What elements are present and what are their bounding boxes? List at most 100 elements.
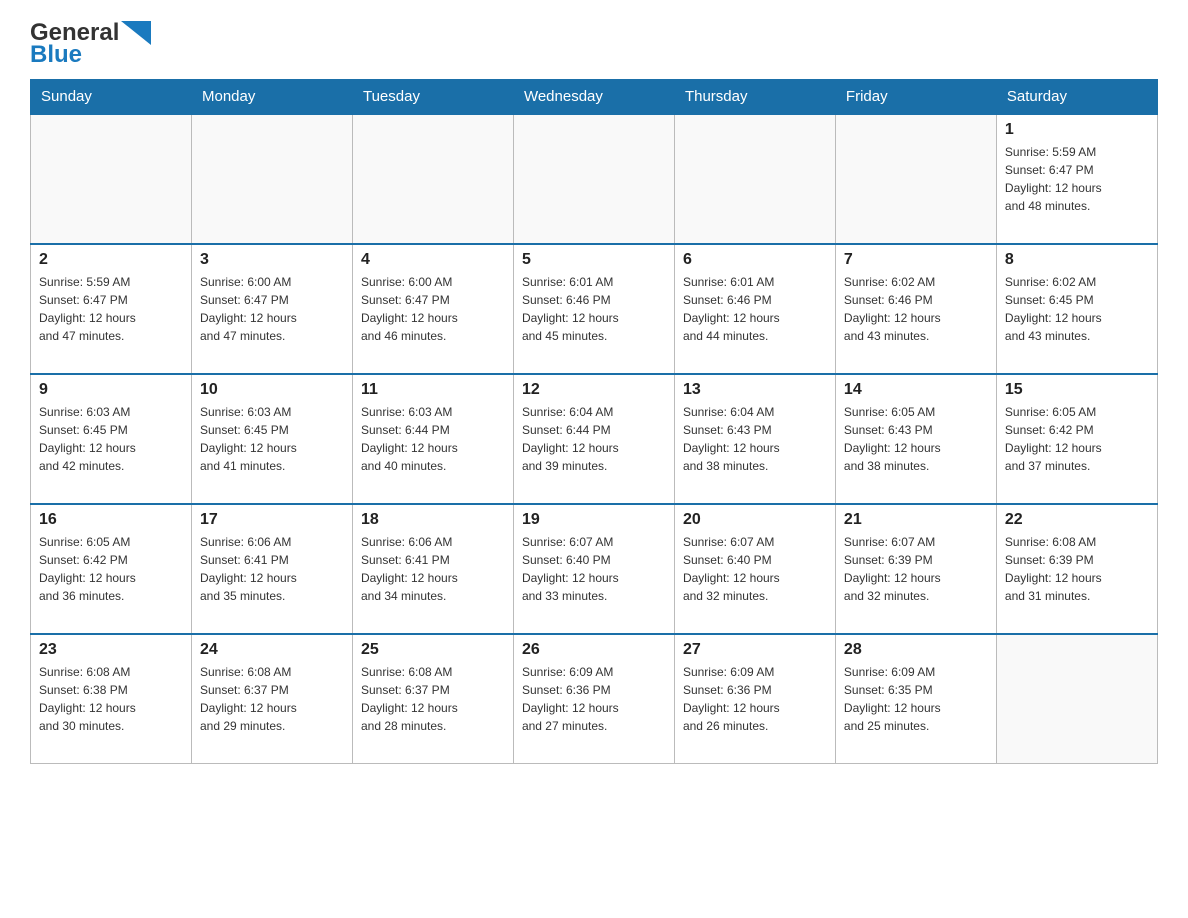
- day-number: 19: [522, 511, 666, 529]
- day-number: 23: [39, 641, 183, 659]
- day-number: 2: [39, 251, 183, 269]
- calendar-cell: 4 Sunrise: 6:00 AMSunset: 6:47 PMDaylight…: [352, 244, 513, 374]
- calendar-cell: 18Sunrise: 6:06 AMSunset: 6:41 PMDayligh…: [352, 504, 513, 634]
- day-number: 28: [844, 641, 988, 659]
- calendar-cell: [674, 114, 835, 244]
- calendar-cell: [996, 634, 1157, 764]
- day-number: 7: [844, 251, 988, 269]
- day-header-saturday: Saturday: [996, 79, 1157, 114]
- calendar-cell: 19 Sunrise: 6:07 AMSunset: 6:40 PMDayligh…: [513, 504, 674, 634]
- calendar-cell: 15 Sunrise: 6:05 AMSunset: 6:42 PMDayligh…: [996, 374, 1157, 504]
- day-info: Sunrise: 6:03 AMSunset: 6:45 PMDaylight:…: [39, 403, 183, 475]
- calendar-cell: 20Sunrise: 6:07 AMSunset: 6:40 PMDayligh…: [674, 504, 835, 634]
- week-row-5: 23 Sunrise: 6:08 AMSunset: 6:38 PMDayligh…: [31, 634, 1158, 764]
- day-info: Sunrise: 6:05 AMSunset: 6:43 PMDaylight:…: [844, 403, 988, 475]
- day-number: 17: [200, 511, 344, 529]
- day-number: 22: [1005, 511, 1149, 529]
- calendar-cell: 26 Sunrise: 6:09 AMSunset: 6:36 PMDayligh…: [513, 634, 674, 764]
- calendar-cell: 8 Sunrise: 6:02 AMSunset: 6:45 PMDaylight…: [996, 244, 1157, 374]
- day-info: Sunrise: 6:03 AMSunset: 6:45 PMDaylight:…: [200, 403, 344, 475]
- day-info: Sunrise: 6:00 AMSunset: 6:47 PMDaylight:…: [361, 273, 505, 345]
- day-header-wednesday: Wednesday: [513, 79, 674, 114]
- calendar-cell: 21 Sunrise: 6:07 AMSunset: 6:39 PMDayligh…: [835, 504, 996, 634]
- calendar-cell: 25Sunrise: 6:08 AMSunset: 6:37 PMDayligh…: [352, 634, 513, 764]
- calendar-cell: 9 Sunrise: 6:03 AMSunset: 6:45 PMDaylight…: [31, 374, 192, 504]
- calendar-cell: 11 Sunrise: 6:03 AMSunset: 6:44 PMDayligh…: [352, 374, 513, 504]
- calendar-cell: 7 Sunrise: 6:02 AMSunset: 6:46 PMDaylight…: [835, 244, 996, 374]
- week-row-3: 9 Sunrise: 6:03 AMSunset: 6:45 PMDaylight…: [31, 374, 1158, 504]
- day-number: 20: [683, 511, 827, 529]
- calendar-cell: 6 Sunrise: 6:01 AMSunset: 6:46 PMDaylight…: [674, 244, 835, 374]
- day-number: 12: [522, 381, 666, 399]
- day-info: Sunrise: 6:02 AMSunset: 6:46 PMDaylight:…: [844, 273, 988, 345]
- logo-content: General Blue: [30, 20, 151, 69]
- day-header-thursday: Thursday: [674, 79, 835, 114]
- day-number: 10: [200, 381, 344, 399]
- calendar-cell: [31, 114, 192, 244]
- calendar-cell: 5 Sunrise: 6:01 AMSunset: 6:46 PMDaylight…: [513, 244, 674, 374]
- week-row-2: 2Sunrise: 5:59 AMSunset: 6:47 PMDaylight…: [31, 244, 1158, 374]
- logo-triangle-icon: [121, 21, 151, 45]
- day-info: Sunrise: 6:00 AMSunset: 6:47 PMDaylight:…: [200, 273, 344, 345]
- week-row-4: 16 Sunrise: 6:05 AMSunset: 6:42 PMDayligh…: [31, 504, 1158, 634]
- calendar-cell: 27 Sunrise: 6:09 AMSunset: 6:36 PMDayligh…: [674, 634, 835, 764]
- day-header-sunday: Sunday: [31, 79, 192, 114]
- day-header-tuesday: Tuesday: [352, 79, 513, 114]
- day-info: Sunrise: 6:09 AMSunset: 6:36 PMDaylight:…: [522, 663, 666, 735]
- calendar-cell: [513, 114, 674, 244]
- calendar-cell: 14 Sunrise: 6:05 AMSunset: 6:43 PMDayligh…: [835, 374, 996, 504]
- day-info: Sunrise: 6:09 AMSunset: 6:35 PMDaylight:…: [844, 663, 988, 735]
- day-info: Sunrise: 6:02 AMSunset: 6:45 PMDaylight:…: [1005, 273, 1149, 345]
- day-number: 1: [1005, 121, 1149, 139]
- day-number: 21: [844, 511, 988, 529]
- calendar-table: SundayMondayTuesdayWednesdayThursdayFrid…: [30, 79, 1158, 765]
- day-number: 24: [200, 641, 344, 659]
- page-header: General Blue: [30, 20, 1158, 69]
- calendar-cell: 28 Sunrise: 6:09 AMSunset: 6:35 PMDayligh…: [835, 634, 996, 764]
- day-info: Sunrise: 6:01 AMSunset: 6:46 PMDaylight:…: [683, 273, 827, 345]
- day-number: 11: [361, 381, 505, 399]
- day-info: Sunrise: 6:04 AMSunset: 6:43 PMDaylight:…: [683, 403, 827, 475]
- day-header-friday: Friday: [835, 79, 996, 114]
- calendar-cell: 2Sunrise: 5:59 AMSunset: 6:47 PMDaylight…: [31, 244, 192, 374]
- day-info: Sunrise: 6:05 AMSunset: 6:42 PMDaylight:…: [1005, 403, 1149, 475]
- day-info: Sunrise: 6:03 AMSunset: 6:44 PMDaylight:…: [361, 403, 505, 475]
- day-number: 8: [1005, 251, 1149, 269]
- day-number: 27: [683, 641, 827, 659]
- day-number: 4: [361, 251, 505, 269]
- day-number: 26: [522, 641, 666, 659]
- calendar-cell: 22 Sunrise: 6:08 AMSunset: 6:39 PMDayligh…: [996, 504, 1157, 634]
- day-info: Sunrise: 6:01 AMSunset: 6:46 PMDaylight:…: [522, 273, 666, 345]
- day-number: 3: [200, 251, 344, 269]
- day-number: 9: [39, 381, 183, 399]
- day-info: Sunrise: 6:09 AMSunset: 6:36 PMDaylight:…: [683, 663, 827, 735]
- calendar-cell: [835, 114, 996, 244]
- calendar-cell: 3 Sunrise: 6:00 AMSunset: 6:47 PMDaylight…: [191, 244, 352, 374]
- day-number: 6: [683, 251, 827, 269]
- calendar-cell: 16 Sunrise: 6:05 AMSunset: 6:42 PMDayligh…: [31, 504, 192, 634]
- day-header-monday: Monday: [191, 79, 352, 114]
- day-info: Sunrise: 6:08 AMSunset: 6:39 PMDaylight:…: [1005, 533, 1149, 605]
- calendar-cell: [191, 114, 352, 244]
- day-info: Sunrise: 6:07 AMSunset: 6:40 PMDaylight:…: [522, 533, 666, 605]
- day-info: Sunrise: 5:59 AMSunset: 6:47 PMDaylight:…: [1005, 143, 1149, 215]
- calendar-cell: 13Sunrise: 6:04 AMSunset: 6:43 PMDayligh…: [674, 374, 835, 504]
- calendar-cell: 24Sunrise: 6:08 AMSunset: 6:37 PMDayligh…: [191, 634, 352, 764]
- calendar-header-row: SundayMondayTuesdayWednesdayThursdayFrid…: [31, 79, 1158, 114]
- day-info: Sunrise: 6:07 AMSunset: 6:39 PMDaylight:…: [844, 533, 988, 605]
- week-row-1: 1 Sunrise: 5:59 AMSunset: 6:47 PMDaylight…: [31, 114, 1158, 244]
- calendar-cell: 10 Sunrise: 6:03 AMSunset: 6:45 PMDayligh…: [191, 374, 352, 504]
- calendar-cell: 1 Sunrise: 5:59 AMSunset: 6:47 PMDaylight…: [996, 114, 1157, 244]
- day-info: Sunrise: 6:05 AMSunset: 6:42 PMDaylight:…: [39, 533, 183, 605]
- day-info: Sunrise: 6:06 AMSunset: 6:41 PMDaylight:…: [361, 533, 505, 605]
- day-info: Sunrise: 6:04 AMSunset: 6:44 PMDaylight:…: [522, 403, 666, 475]
- day-info: Sunrise: 6:08 AMSunset: 6:38 PMDaylight:…: [39, 663, 183, 735]
- day-number: 16: [39, 511, 183, 529]
- calendar-cell: 12 Sunrise: 6:04 AMSunset: 6:44 PMDayligh…: [513, 374, 674, 504]
- day-number: 15: [1005, 381, 1149, 399]
- day-number: 5: [522, 251, 666, 269]
- logo: General Blue: [30, 20, 151, 69]
- calendar-cell: [352, 114, 513, 244]
- day-number: 14: [844, 381, 988, 399]
- calendar-cell: 23 Sunrise: 6:08 AMSunset: 6:38 PMDayligh…: [31, 634, 192, 764]
